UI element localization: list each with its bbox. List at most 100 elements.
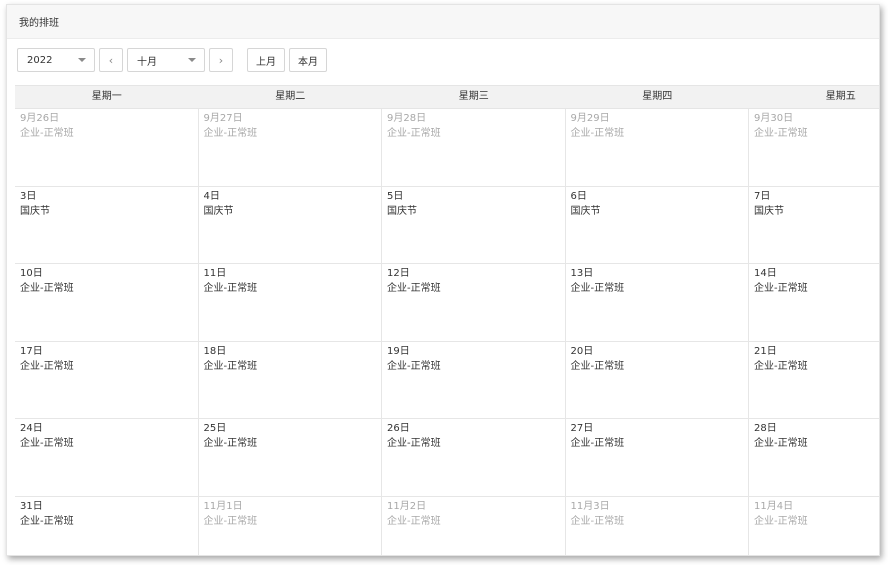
day-date: 9月27日: [203, 113, 243, 124]
day-date: 17日: [20, 345, 43, 357]
day-shift: 企业-正常班: [754, 438, 808, 449]
calendar-day-cell[interactable]: 6日 国庆节: [566, 186, 749, 263]
day-shift: 企业-正常班: [570, 360, 625, 372]
page-title: 我的排班: [19, 18, 59, 29]
month-select-value: 十月: [137, 56, 157, 68]
day-shift: 企业-正常班: [203, 283, 258, 294]
calendar-day-cell[interactable]: 7日 国庆节: [749, 187, 879, 264]
day-date: 3日: [20, 190, 37, 202]
day-shift: 企业-正常班: [754, 283, 808, 294]
calendar-week-row: 17日 企业-正常班 18日 企业-正常班 19日 企业-正常班 20日 企业-正常班 21日企…: [15, 341, 879, 419]
day-date: 11月4日: [754, 500, 794, 512]
calendar-day-cell[interactable]: 9月29日企业-正常班: [566, 109, 749, 186]
day-shift: 企业-正常班: [570, 438, 625, 449]
calendar-day-cell[interactable]: 11月1日企业-正常班: [199, 496, 382, 555]
year-select[interactable]: 2022: [17, 48, 95, 72]
calendar-day-cell[interactable]: 5日国庆节: [382, 186, 566, 263]
calendar-day-cell[interactable]: 25日企业-正常班: [199, 419, 382, 496]
calendar-day-cell[interactable]: 9月28日企业-正常班: [382, 109, 566, 186]
calendar-day-cell[interactable]: 21日 企业-正常班: [749, 342, 879, 419]
calendar-day-cell[interactable]: 19日 企业-正常班: [382, 341, 566, 418]
calendar-day-cell[interactable]: 9月30日企业-正常班: [749, 109, 879, 186]
calendar-day-cell[interactable]: 3日 国庆节: [15, 186, 199, 263]
calendar-day-cell[interactable]: 24日企业-正常班: [15, 419, 199, 496]
day-shift: 企业-正常班: [20, 515, 74, 527]
day-date: 11月3日: [570, 500, 610, 512]
month-select[interactable]: 十月: [127, 48, 205, 72]
day-shift: 企业-正常班: [20, 283, 74, 294]
chevron-left-icon: ‹: [108, 53, 114, 67]
day-shift: 企业-正常班: [20, 438, 74, 449]
day-date: 11月2日: [387, 500, 427, 512]
chevron-down-icon: [78, 58, 86, 62]
weekday-label: 星期五: [825, 91, 856, 102]
prev-month-arrow-button[interactable]: ‹: [99, 48, 123, 72]
calendar-week-row: 31日 企业-正常班 11月1日 企业-正常班 11月2日 企业-正常班 11月3日 企业-正…: [15, 496, 879, 556]
weekday-header: 星期一 星期二 星期三 星期四 星期五: [15, 85, 879, 109]
chevron-right-icon: ›: [218, 53, 224, 67]
day-shift: 企业-正常班: [754, 360, 808, 372]
calendar-grid: 星期一 星期二 星期三 星期四 星期五 9月26日 企业-正常班 9月27日 企业-正…: [15, 85, 879, 556]
day-shift: 企业-正常班: [754, 128, 808, 139]
day-date: 11日: [203, 268, 227, 279]
day-shift: 企业-正常班: [754, 515, 808, 527]
calendar-week-row: 24日 企业-正常班 25日 企业-正常班 26日 企业-正常班 27日 企业-正常班 28日企…: [15, 419, 879, 497]
day-date: 9月26日: [20, 113, 60, 124]
day-date: 10日: [20, 268, 43, 279]
calendar-day-cell[interactable]: 11月4日企业-正常班: [749, 497, 879, 556]
calendar-day-cell[interactable]: 26日 企业-正常班: [382, 419, 566, 496]
calendar-day-cell[interactable]: 28日 企业-正常班: [749, 419, 879, 496]
calendar-day-cell[interactable]: 18日企业-正常班: [199, 341, 382, 418]
calendar-day-cell[interactable]: 4日 国庆节: [199, 186, 382, 263]
calendar-day-cell[interactable]: 9月26日企业-正常班: [15, 109, 199, 186]
calendar-toolbar: 2022 ‹ 十月 › 上月 本月: [7, 39, 879, 81]
calendar-day-cell[interactable]: 20日企业-正常班: [566, 341, 749, 418]
calendar-day-cell[interactable]: 14日企业-正常班: [749, 264, 879, 341]
day-date: 18日: [203, 345, 227, 357]
day-date: 5日: [387, 190, 404, 202]
calendar-day-cell[interactable]: 17日 企业-正常班: [15, 341, 199, 418]
calendar-day-cell[interactable]: 12日 企业-正常班: [382, 264, 566, 341]
day-date: 14日: [754, 268, 777, 279]
day-shift: 企业-正常班: [570, 128, 625, 139]
day-date: 20日: [570, 345, 594, 357]
day-shift: 企业-正常班: [387, 360, 441, 372]
day-shift: 企业-正常班: [387, 515, 441, 527]
calendar-day-cell[interactable]: 10日企业-正常班: [15, 264, 199, 341]
day-date: 9月28日: [387, 113, 427, 124]
calendar-day-cell[interactable]: 11月3日企业-正常班: [566, 496, 749, 555]
day-date: 27日: [570, 423, 594, 434]
day-shift: 国庆节: [387, 205, 417, 217]
day-date: 25日: [203, 423, 227, 434]
calendar-body: 9月26日 企业-正常班 9月27日 企业-正常班 9月28日 企业-正常班 9月29日 企业…: [15, 109, 879, 556]
calendar-day-cell[interactable]: 31日 企业-正常班: [15, 496, 199, 555]
prev-month-button[interactable]: 上月: [247, 48, 285, 72]
weekday-label: 星期四: [642, 91, 673, 102]
day-shift: 企业-正常班: [20, 128, 74, 139]
calendar-day-cell[interactable]: 13日 企业-正常班: [566, 264, 749, 341]
day-date: 11月1日: [203, 500, 243, 512]
day-shift: 国庆节: [754, 205, 784, 217]
day-shift: 企业-正常班: [203, 360, 258, 372]
calendar-day-cell[interactable]: 9月27日 企业-正常班: [199, 109, 382, 186]
calendar-day-cell[interactable]: 27日企业-正常班: [566, 419, 749, 496]
weekday-label: 星期二: [275, 91, 306, 102]
next-month-arrow-button[interactable]: ›: [209, 48, 233, 72]
weekday-label: 星期一: [91, 91, 122, 102]
card-header: 我的排班: [7, 5, 879, 39]
day-date: 24日: [20, 423, 43, 434]
day-shift: 企业-正常班: [203, 438, 258, 449]
this-month-button[interactable]: 本月: [289, 48, 327, 72]
calendar-day-cell[interactable]: 11日企业-正常班: [199, 264, 382, 341]
day-date: 9月29日: [570, 113, 610, 124]
calendar-week-row: 9月26日 企业-正常班 9月27日 企业-正常班 9月28日 企业-正常班 9月29日 企业…: [15, 109, 879, 187]
day-date: 9月30日: [754, 113, 794, 124]
weekday-label: 星期三: [458, 91, 489, 102]
day-shift: 企业-正常班: [570, 515, 625, 527]
day-date: 13日: [570, 268, 594, 279]
day-shift: 企业-正常班: [203, 515, 258, 527]
day-shift: 企业-正常班: [387, 128, 441, 139]
calendar-day-cell[interactable]: 11月2日企业-正常班: [382, 496, 566, 555]
calendar-week-row: 10日 企业-正常班 11日 企业-正常班 12日 企业-正常班 13日 企业-正常班 14日企…: [15, 264, 879, 342]
day-shift: 企业-正常班: [387, 283, 441, 294]
